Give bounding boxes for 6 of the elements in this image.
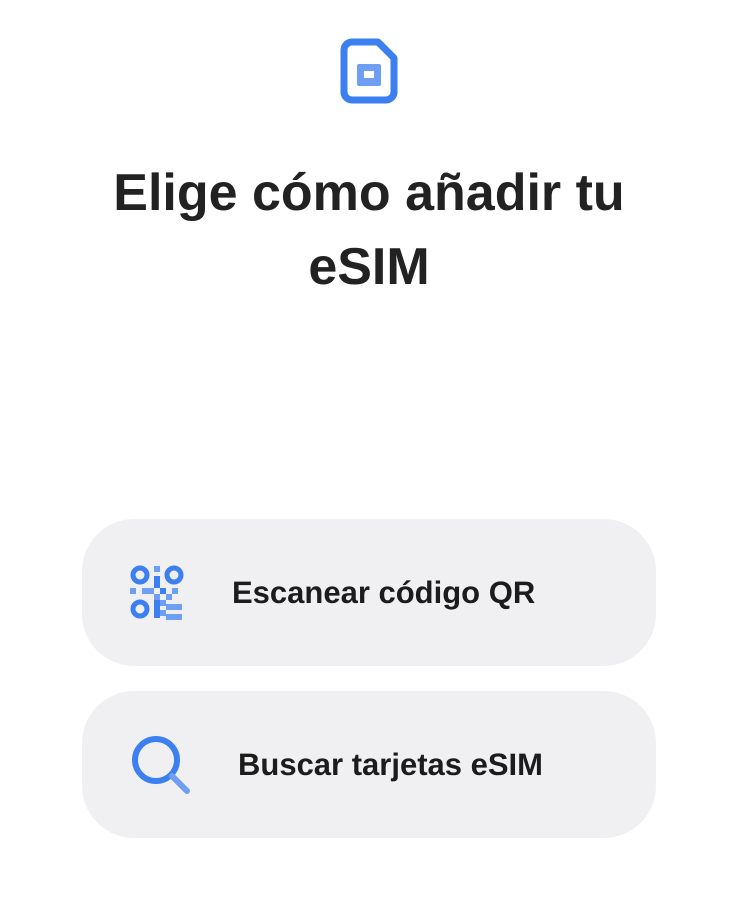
- qr-code-icon: [130, 564, 186, 620]
- option-button[interactable]: Buscar tarjetas eSIM: [82, 691, 656, 838]
- page-title: Elige cómo añadir tu eSIM: [112, 163, 626, 298]
- search-icon: [130, 734, 192, 796]
- sim-card-icon: [340, 38, 398, 104]
- option-button[interactable]: Escanear código QR: [82, 519, 656, 666]
